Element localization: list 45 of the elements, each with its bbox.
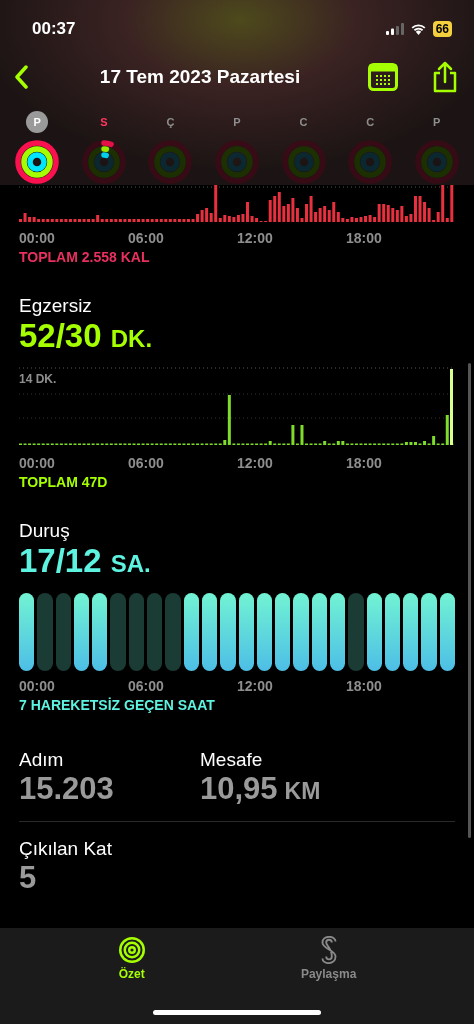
date-title: 17 Tem 2023 Pazartesi (98, 66, 302, 88)
day-item[interactable]: P (203, 111, 271, 185)
day-item[interactable]: P (403, 111, 470, 185)
status-time: 00:37 (32, 19, 76, 40)
stat-label: Adım (19, 749, 65, 771)
axis-label: 06:00 (128, 455, 165, 471)
day-item[interactable]: C (270, 111, 337, 185)
axis-label: 00:00 (19, 230, 56, 246)
day-label: P (26, 111, 49, 133)
axis-label: 12:00 (237, 455, 274, 471)
day-item[interactable]: C (336, 111, 404, 185)
day-label: P (432, 115, 442, 130)
tab[interactable]: Paylaşma (294, 928, 363, 982)
day-label: C (365, 115, 376, 130)
stat-value: 5 (19, 860, 38, 896)
day-item[interactable]: S (70, 111, 138, 185)
axis-label: 00:00 (19, 455, 56, 471)
stand-note: 7 HAREKETSİZ GEÇEN SAAT (19, 697, 216, 713)
day-label: C (298, 115, 309, 130)
axis-label: 18:00 (346, 678, 383, 694)
stat-label: Çıkılan Kat (19, 838, 113, 860)
move-total: TOPLAM 2.558 KAL (19, 249, 151, 265)
stat-value: 15.203 (19, 771, 115, 807)
axis-label: 00:00 (19, 678, 56, 694)
day-item[interactable]: P (4, 111, 71, 185)
day-item[interactable]: Ç (137, 111, 204, 185)
exercise-total: TOPLAM 47D (19, 474, 109, 490)
stand-value: 17/12 SA. (19, 542, 152, 581)
exercise-value: 52/30 DK. (19, 317, 154, 356)
day-label: S (99, 115, 109, 130)
stat-label: Mesafe (200, 749, 264, 771)
stat-value: 10,95 KM (200, 771, 322, 807)
scale-label: 14 DK. (19, 372, 57, 386)
stand-title: Duruş (19, 520, 71, 542)
day-label: Ç (165, 115, 176, 130)
axis-label: 18:00 (346, 455, 383, 471)
axis-label: 12:00 (237, 230, 274, 246)
tab[interactable]: Özet (111, 928, 152, 982)
battery-indicator: 66 (432, 21, 452, 38)
day-label: P (232, 115, 242, 130)
axis-label: 06:00 (128, 678, 165, 694)
axis-label: 06:00 (128, 230, 165, 246)
axis-label: 12:00 (237, 678, 274, 694)
axis-label: 18:00 (346, 230, 383, 246)
exercise-title: Egzersiz (19, 295, 93, 317)
